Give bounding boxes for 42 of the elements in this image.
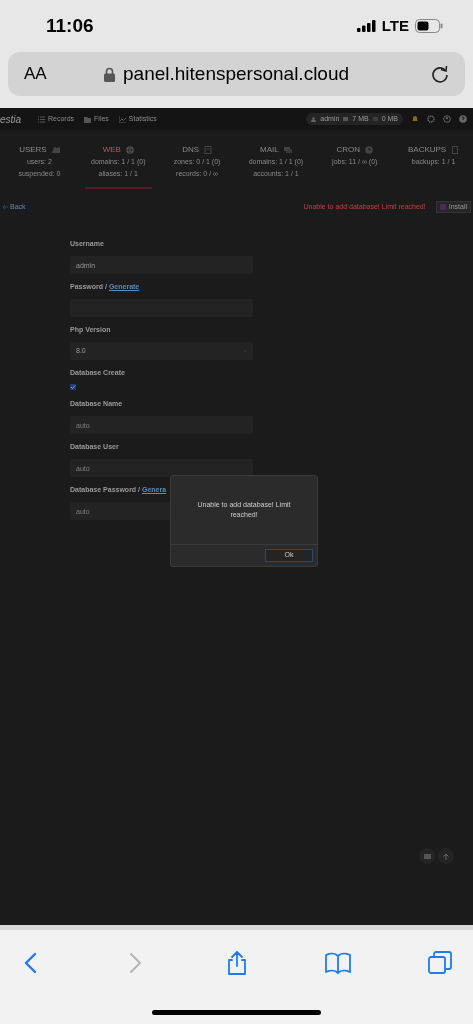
clock-icon: [365, 146, 373, 154]
lock-icon: [104, 66, 115, 82]
active-tab-underline: [84, 187, 152, 189]
stat-tab[interactable]: WEB: [102, 144, 134, 156]
network-label: LTE: [381, 15, 409, 36]
address-bar[interactable]: AA panel.hitenspersonal.cloud: [8, 52, 465, 96]
stat-tab[interactable]: MAIL: [260, 144, 292, 156]
bell-icon[interactable]: [411, 115, 419, 123]
users-icon: [51, 146, 60, 154]
book-icon: [204, 146, 212, 154]
folder-icon: [84, 115, 92, 123]
tabs-icon: [428, 951, 452, 975]
scroll-top-button[interactable]: [438, 848, 454, 864]
save-icon: [439, 204, 446, 210]
globe-icon: [125, 146, 134, 154]
clock-time: 11:06: [46, 13, 94, 38]
mail-stack-icon: [283, 146, 292, 154]
arrow-left-icon: [2, 204, 8, 210]
chart-icon: [118, 115, 126, 123]
stat-tab[interactable]: CRON: [336, 144, 373, 156]
battery-icon: [415, 19, 443, 33]
settings-icon[interactable]: [427, 115, 435, 123]
checkbox[interactable]: [70, 384, 76, 390]
list-icon: [38, 115, 45, 123]
keyboard-button[interactable]: [419, 848, 435, 864]
url-text: panel.hitenspersonal.cloud: [123, 61, 351, 86]
stat-tab[interactable]: DNS: [182, 144, 212, 156]
keyboard-icon: [423, 853, 431, 859]
help-icon[interactable]: [459, 115, 467, 123]
bookmarks-icon: [325, 951, 352, 975]
file-icon: [451, 146, 460, 154]
arrow-up-icon: [443, 852, 449, 860]
signal-icon: [356, 20, 376, 32]
tabs-button[interactable]: [427, 950, 453, 976]
text-size-button[interactable]: AA: [24, 61, 104, 87]
logo[interactable]: estia: [0, 111, 30, 127]
bookmarks-button[interactable]: [325, 950, 352, 976]
stat-tab[interactable]: BACKUPS: [407, 144, 460, 156]
stat-tab[interactable]: USERS: [19, 144, 60, 156]
user-icon[interactable]: [443, 115, 451, 123]
reload-icon[interactable]: [431, 64, 449, 84]
user-icon: [311, 116, 317, 122]
